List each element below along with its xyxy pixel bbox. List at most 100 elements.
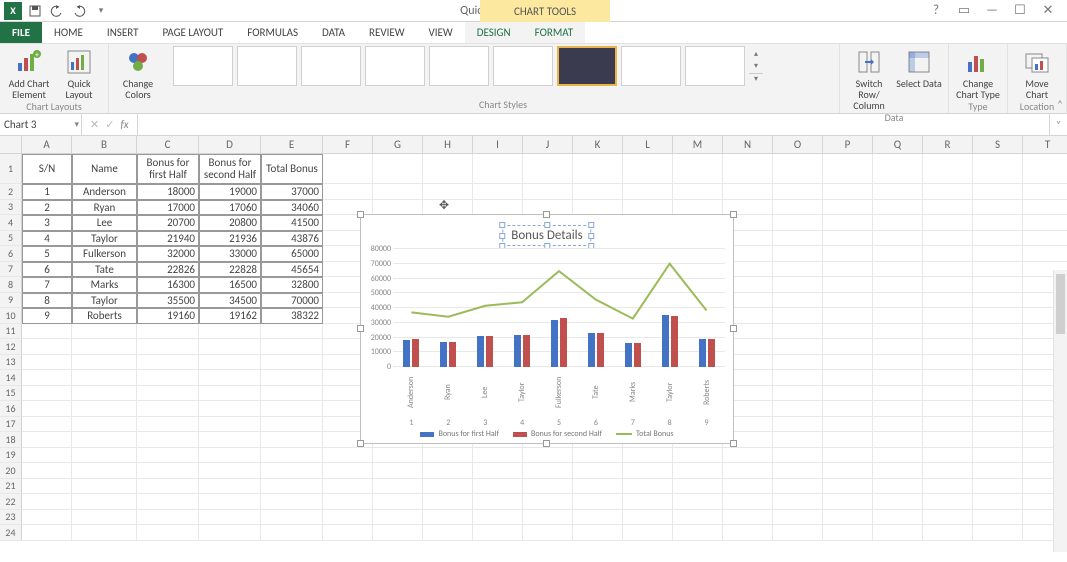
cell[interactable] (473, 463, 523, 479)
cell[interactable] (773, 215, 823, 231)
cell[interactable] (137, 370, 199, 386)
switch-row-column-button[interactable]: Switch Row/ Column (846, 46, 892, 111)
col-header-L[interactable]: L (623, 136, 673, 153)
chart-style-5[interactable] (429, 46, 489, 86)
cell[interactable] (373, 200, 423, 216)
cell[interactable] (523, 525, 573, 541)
cell[interactable] (773, 154, 823, 184)
cell[interactable]: Bonus for second Half (199, 154, 261, 184)
cell[interactable] (523, 510, 573, 526)
cell[interactable]: 21940 (137, 231, 199, 247)
cell[interactable] (22, 494, 72, 510)
cell[interactable] (923, 277, 973, 293)
cell[interactable] (773, 355, 823, 371)
cell[interactable] (623, 510, 673, 526)
cell[interactable] (1023, 231, 1067, 247)
cell[interactable] (261, 417, 323, 433)
cell[interactable] (72, 370, 137, 386)
cell[interactable] (323, 463, 373, 479)
cell[interactable]: 21936 (199, 231, 261, 247)
quick-layout-button[interactable]: Quick Layout (56, 46, 102, 100)
cell[interactable] (373, 494, 423, 510)
cell[interactable] (72, 494, 137, 510)
cell[interactable] (723, 154, 773, 184)
cell[interactable] (72, 417, 137, 433)
cell[interactable] (823, 154, 873, 184)
cell[interactable] (973, 308, 1023, 324)
row-header[interactable]: 4 (0, 215, 22, 231)
cell[interactable] (973, 262, 1023, 278)
cell[interactable] (673, 510, 723, 526)
cell[interactable] (973, 355, 1023, 371)
cell[interactable] (723, 463, 773, 479)
cell[interactable] (973, 184, 1023, 200)
cell[interactable] (873, 200, 923, 216)
cell[interactable] (723, 479, 773, 495)
cell[interactable] (823, 463, 873, 479)
cell[interactable] (72, 448, 137, 464)
cell[interactable] (823, 525, 873, 541)
cell[interactable] (973, 448, 1023, 464)
cell[interactable] (423, 463, 473, 479)
cell[interactable] (773, 231, 823, 247)
cell[interactable] (923, 479, 973, 495)
cell[interactable] (923, 401, 973, 417)
qat-undo-icon[interactable] (48, 2, 66, 20)
cell[interactable] (323, 154, 373, 184)
cell[interactable]: 37000 (261, 184, 323, 200)
cell[interactable] (923, 494, 973, 510)
cell[interactable] (673, 463, 723, 479)
cell[interactable]: Taylor (72, 231, 137, 247)
cell[interactable] (973, 231, 1023, 247)
cell[interactable] (323, 525, 373, 541)
cell[interactable] (773, 339, 823, 355)
cell[interactable] (873, 432, 923, 448)
cell[interactable]: 4 (22, 231, 72, 247)
cell[interactable] (261, 324, 323, 340)
cell[interactable] (773, 262, 823, 278)
row-header[interactable]: 8 (0, 277, 22, 293)
cell[interactable] (823, 231, 873, 247)
add-chart-element-button[interactable]: + Add Chart Element (6, 46, 52, 100)
cell[interactable] (823, 417, 873, 433)
cell[interactable] (199, 370, 261, 386)
tab-insert[interactable]: INSERT (95, 22, 151, 43)
cell[interactable] (261, 448, 323, 464)
cell[interactable]: 20800 (199, 215, 261, 231)
cell[interactable] (22, 479, 72, 495)
cell[interactable] (473, 494, 523, 510)
cell[interactable] (873, 262, 923, 278)
chart-style-1[interactable] (173, 46, 233, 86)
tab-file[interactable]: FILE (0, 22, 42, 43)
cell[interactable] (723, 494, 773, 510)
cell[interactable] (473, 200, 523, 216)
minimize-icon[interactable]: — (981, 3, 1003, 18)
tab-review[interactable]: REVIEW (357, 22, 417, 43)
cell[interactable] (723, 184, 773, 200)
cell[interactable] (72, 479, 137, 495)
cell[interactable]: 19162 (199, 308, 261, 324)
cell[interactable]: Total Bonus (261, 154, 323, 184)
cell[interactable] (823, 324, 873, 340)
cell[interactable] (723, 525, 773, 541)
col-header-N[interactable]: N (723, 136, 773, 153)
cell[interactable] (473, 154, 523, 184)
cell[interactable] (973, 339, 1023, 355)
cell[interactable] (973, 463, 1023, 479)
cell[interactable] (623, 479, 673, 495)
change-colors-button[interactable]: Change Colors (115, 46, 161, 100)
qat-redo-icon[interactable] (70, 2, 88, 20)
cell[interactable]: Fulkerson (72, 246, 137, 262)
cell[interactable]: Marks (72, 277, 137, 293)
cell[interactable] (373, 448, 423, 464)
row-header[interactable]: 11 (0, 324, 22, 340)
chart-title[interactable]: Bonus Details (502, 225, 591, 246)
cell[interactable]: 34500 (199, 293, 261, 309)
cell[interactable] (773, 386, 823, 402)
chart-legend[interactable]: Bonus for first Half Bonus for second Ha… (361, 429, 733, 439)
tab-home[interactable]: HOME (42, 22, 95, 43)
cell[interactable] (773, 417, 823, 433)
cell[interactable] (973, 401, 1023, 417)
plot-area[interactable]: 8000070000600005000040000300002000010000… (393, 249, 725, 367)
col-header-D[interactable]: D (199, 136, 261, 153)
